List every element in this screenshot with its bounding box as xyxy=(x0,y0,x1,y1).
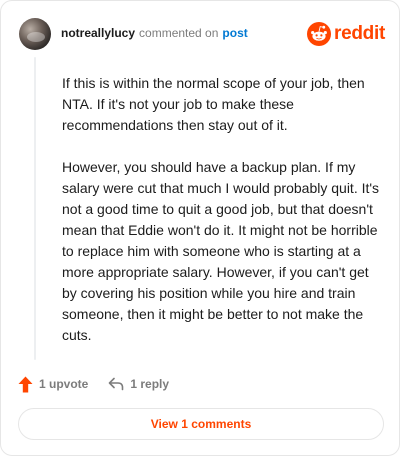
reddit-snoo-icon xyxy=(307,22,332,46)
reply-count: 1 reply xyxy=(130,377,170,391)
reddit-brand[interactable]: reddit xyxy=(307,22,385,46)
comment-header: notreallylucy commented on post reddit xyxy=(19,17,385,51)
comment-paragraph-1: If this is within the normal scope of yo… xyxy=(62,75,365,133)
comment-meta: notreallylucy commented on post xyxy=(61,25,248,41)
view-comments-button[interactable]: View 1 comments xyxy=(18,408,384,440)
thread-line[interactable] xyxy=(34,57,36,360)
comment-card: notreallylucy commented on post reddit If … xyxy=(0,0,400,456)
action-text: commented on xyxy=(139,26,219,40)
reddit-wordmark: reddit xyxy=(334,23,385,44)
upvote-count: 1 upvote xyxy=(39,377,89,391)
comment-actions: 1 upvote 1 reply xyxy=(18,374,169,394)
upvote-button[interactable]: 1 upvote xyxy=(18,376,88,393)
upvote-arrow-icon xyxy=(18,376,33,392)
reply-button[interactable]: 1 reply xyxy=(108,377,169,391)
comment-body: If this is within the normal scope of yo… xyxy=(62,73,380,346)
avatar[interactable] xyxy=(19,18,51,50)
reply-arrow-icon xyxy=(109,377,124,391)
comment-paragraph-2: However, you should have a backup plan. … xyxy=(62,159,380,343)
post-link[interactable]: post xyxy=(222,26,247,40)
username-link[interactable]: notreallylucy xyxy=(61,26,135,40)
